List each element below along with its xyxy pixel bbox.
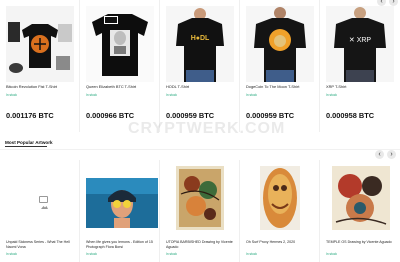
product-price: 0.000966 BTC — [86, 111, 135, 120]
artwork-prev-button[interactable]: ‹ — [375, 150, 384, 159]
artwork-card[interactable]: TEMPLE OS Drawing by Vicente Aguado In s… — [320, 160, 400, 262]
artwork-image[interactable] — [86, 164, 159, 232]
section-title: Most Popular Artwork — [5, 140, 53, 145]
product-card[interactable]: Bitcoin Revolution Fist T-Shirt In stock… — [0, 0, 80, 132]
artwork-name[interactable]: UTOPIA BARBISHED Drawing by Vicente Agua… — [166, 240, 238, 249]
product-price: 0.000959 BTC — [246, 111, 295, 120]
stock-status: In stock — [246, 93, 257, 97]
product-price: 0.001176 BTC — [6, 111, 54, 120]
stock-status: In stock — [86, 93, 97, 97]
stock-status: In stock — [246, 252, 257, 256]
artwork-next-button[interactable]: › — [387, 150, 396, 159]
product-card[interactable]: H●DL HODL T-Shirt In stock 0.000959 BTC — [160, 0, 240, 132]
artwork-image[interactable] — [326, 164, 400, 232]
artwork-name[interactable]: When life gives you lemons - Edition of … — [86, 240, 158, 249]
product-image[interactable] — [86, 6, 154, 82]
image-placeholder-icon — [39, 196, 48, 209]
stock-status: In stock — [166, 252, 177, 256]
stock-status: In stock — [86, 252, 97, 256]
stock-status: In stock — [6, 93, 17, 97]
product-image[interactable] — [6, 6, 74, 82]
product-card[interactable]: ✕ XRP XRP T-Shirt In stock 0.000958 BTC — [320, 0, 400, 132]
svg-text:H●DL: H●DL — [191, 35, 210, 42]
site-watermark: CRYPTWERK.COM — [128, 120, 286, 137]
product-name[interactable]: Bitcoin Revolution Fist T-Shirt — [6, 84, 57, 89]
product-card[interactable]: Queen Elizabeth BTC T-Shirt In stock 0.0… — [80, 0, 160, 132]
artwork-name[interactable]: TEMPLE OS Drawing by Vicente Aguado — [326, 240, 398, 245]
stock-status: In stock — [326, 93, 337, 97]
product-image[interactable] — [246, 6, 314, 82]
stock-status: In stock — [6, 252, 17, 256]
artwork-image[interactable] — [246, 164, 319, 232]
section-title-underline — [5, 146, 47, 147]
stock-status: In stock — [166, 93, 177, 97]
product-image[interactable]: ✕ XRP — [326, 6, 394, 82]
artwork-card[interactable]: Oh Surf Proxy Hermes 2, 2020 In stock — [240, 160, 320, 262]
artwork-name[interactable]: Unpaid Sickness Series - What The Hell N… — [6, 240, 78, 249]
product-row: Bitcoin Revolution Fist T-Shirt In stock… — [0, 0, 400, 132]
product-card[interactable]: DogeCoin To The Moon T-Shirt In stock 0.… — [240, 0, 320, 132]
stock-status: In stock — [326, 252, 337, 256]
artwork-row: Unpaid Sickness Series - What The Hell N… — [0, 160, 400, 262]
product-price: 0.000958 BTC — [326, 111, 375, 120]
artwork-card[interactable]: UTOPIA BARBISHED Drawing by Vicente Agua… — [160, 160, 240, 262]
artwork-image[interactable] — [6, 164, 79, 232]
product-name[interactable]: Queen Elizabeth BTC T-Shirt — [86, 84, 136, 89]
svg-text:✕ XRP: ✕ XRP — [349, 37, 372, 44]
product-name[interactable]: HODL T-Shirt — [166, 84, 189, 89]
artwork-image[interactable] — [166, 164, 239, 232]
divider — [0, 149, 400, 150]
product-name[interactable]: XRP T-Shirt — [326, 84, 346, 89]
artwork-card[interactable]: When life gives you lemons - Edition of … — [80, 160, 160, 262]
artwork-carousel-nav: ‹ › — [375, 150, 396, 159]
product-name[interactable]: DogeCoin To The Moon T-Shirt — [246, 84, 299, 89]
artwork-name[interactable]: Oh Surf Proxy Hermes 2, 2020 — [246, 240, 318, 245]
product-price: 0.000959 BTC — [166, 111, 215, 120]
artwork-card[interactable]: Unpaid Sickness Series - What The Hell N… — [0, 160, 80, 262]
product-image[interactable]: H●DL — [166, 6, 234, 82]
